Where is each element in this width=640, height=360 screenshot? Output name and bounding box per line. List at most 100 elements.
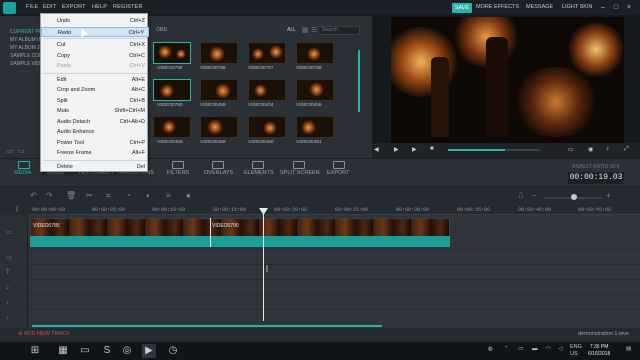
menu-item-redo[interactable]: Redo Ctrl+Y bbox=[41, 26, 149, 37]
tab-split-screen[interactable]: SPLIT SCREEN bbox=[280, 170, 320, 176]
maximize-icon[interactable]: □ bbox=[611, 3, 621, 13]
tab-elements[interactable]: ELEMENTS bbox=[244, 170, 274, 176]
playhead-line[interactable] bbox=[263, 209, 264, 321]
media-thumbnail[interactable] bbox=[248, 42, 286, 64]
network-icon[interactable]: ▭ bbox=[518, 346, 523, 352]
tab-filters[interactable]: FILTERS bbox=[167, 170, 189, 176]
color-icon[interactable]: ◐ bbox=[146, 191, 151, 200]
record-dropdown[interactable]: ORD bbox=[156, 27, 167, 33]
menu-edit[interactable]: EDIT bbox=[43, 4, 56, 10]
thumb-label: VIDEO0460 bbox=[248, 140, 274, 145]
notification-icon[interactable]: ▤ bbox=[626, 346, 631, 352]
save-button[interactable]: SAVE bbox=[452, 3, 472, 13]
media-thumbnail[interactable] bbox=[296, 42, 334, 64]
menu-item-delete[interactable]: Delete Del bbox=[41, 162, 149, 172]
skype-icon[interactable]: S bbox=[100, 344, 114, 358]
track-manager-icon[interactable]: ⫿ bbox=[16, 207, 18, 214]
speaker-icon[interactable]: ◁ bbox=[558, 346, 562, 352]
split-icon[interactable]: ✂ bbox=[86, 191, 93, 200]
media-thumbnail[interactable] bbox=[153, 116, 191, 138]
menu-item-freeze-frame[interactable]: Freeze Frame Alt+F bbox=[41, 148, 149, 158]
windows-start-icon[interactable]: ⊞ bbox=[28, 344, 42, 358]
close-icon[interactable]: × bbox=[624, 3, 634, 13]
audio-mixer-icon[interactable]: ≡ bbox=[166, 191, 171, 200]
media-thumbnail[interactable] bbox=[200, 116, 238, 138]
menu-item-edit[interactable]: Edit Alt+E bbox=[41, 75, 149, 85]
next-frame-icon[interactable]: ▶ bbox=[412, 146, 417, 153]
menu-help[interactable]: HELP bbox=[92, 4, 107, 10]
previous-frame-icon[interactable]: ◀ bbox=[374, 146, 379, 153]
zoom-out-icon[interactable]: − bbox=[532, 191, 537, 200]
render-icon[interactable]: ▭ bbox=[568, 146, 574, 153]
zoom-in-icon[interactable]: + bbox=[606, 191, 611, 200]
menu-item-mute[interactable]: Mute Shift+Ctrl+M bbox=[41, 106, 149, 116]
menu-item-split[interactable]: Split Ctrl+B bbox=[41, 96, 149, 106]
menu-item-undo[interactable]: Undo Ctrl+Z bbox=[41, 16, 149, 26]
media-thumbnail[interactable] bbox=[248, 79, 286, 101]
light-skin-button[interactable]: LIGHT SKIN bbox=[562, 4, 592, 10]
menu-item-audio-detach[interactable]: Audio Detach Ctrl+Alt+D bbox=[41, 117, 149, 127]
ruler-tick-label: 00:00:05:00 bbox=[92, 207, 126, 213]
tray-chevron-icon[interactable]: ⌃ bbox=[504, 346, 509, 352]
snap-icon[interactable]: ⎍ bbox=[518, 191, 524, 201]
add-new-track-button[interactable]: ⊕ ADD NEW TRACK bbox=[18, 331, 70, 337]
menu-file[interactable]: FILE bbox=[26, 4, 38, 10]
speed-icon[interactable]: ◔ bbox=[126, 191, 131, 200]
play-icon[interactable]: ▶ bbox=[394, 146, 399, 153]
ruler-tick-label: 00:00:00:00 bbox=[32, 207, 66, 213]
library-search-input[interactable]: Search bbox=[318, 26, 360, 35]
library-scrollbar[interactable] bbox=[358, 50, 360, 112]
library-album-1[interactable]: MY ALBUM (0) bbox=[10, 37, 43, 43]
battery-icon[interactable]: ▬ bbox=[532, 346, 538, 352]
menu-item-audio-enhance[interactable]: Audio Enhance bbox=[41, 127, 149, 137]
menu-register[interactable]: REGISTER bbox=[113, 4, 143, 10]
menu-item-paste[interactable]: Paste Ctrl+V bbox=[41, 61, 149, 71]
crop-icon[interactable]: ⌗ bbox=[106, 191, 111, 201]
folder-icon[interactable]: ▭ bbox=[6, 147, 13, 155]
menu-item-crop-and-zoom[interactable]: Crop and Zoom Alt+C bbox=[41, 85, 149, 95]
media-thumbnail[interactable] bbox=[200, 79, 238, 101]
tab-export[interactable]: EXPORT bbox=[327, 170, 350, 176]
input-language[interactable]: ENG US bbox=[570, 344, 582, 358]
clock-app-icon[interactable]: ◷ bbox=[166, 344, 180, 358]
filmora-taskbar-icon[interactable]: ▶ bbox=[142, 344, 156, 358]
tab-media[interactable]: MEDIA bbox=[14, 170, 31, 176]
media-thumbnail[interactable] bbox=[296, 116, 334, 138]
media-thumbnail[interactable] bbox=[296, 79, 334, 101]
file-explorer-icon[interactable]: ▭ bbox=[78, 344, 92, 358]
voiceover-icon[interactable]: ● bbox=[186, 191, 191, 200]
fullscreen-icon[interactable]: ⤢ bbox=[624, 146, 629, 153]
media-thumbnail[interactable] bbox=[200, 42, 238, 64]
list-view-icon[interactable]: ☰ bbox=[311, 26, 317, 34]
taskbar-clock[interactable]: 7:36 PM 6/15/2018 bbox=[588, 344, 610, 358]
minimize-icon[interactable]: – bbox=[598, 3, 608, 13]
timeline-scrollbar[interactable] bbox=[32, 325, 382, 327]
message-button[interactable]: MESSAGE bbox=[526, 4, 553, 10]
wifi-icon[interactable]: ◠ bbox=[546, 346, 551, 352]
filter-all-dropdown[interactable]: ALL bbox=[287, 27, 296, 33]
grid-view-icon[interactable]: ▦ bbox=[302, 26, 309, 34]
media-thumbnail[interactable] bbox=[153, 79, 191, 101]
zoom-slider-handle[interactable] bbox=[571, 194, 577, 200]
menu-item-copy[interactable]: Copy Ctrl+C bbox=[41, 51, 149, 61]
undo-icon[interactable]: ↶ bbox=[30, 191, 37, 200]
media-thumbnail[interactable] bbox=[153, 42, 191, 64]
menu-item-power-tool[interactable]: Power Tool Ctrl+P bbox=[41, 138, 149, 148]
folder-add-icon[interactable]: ▭ bbox=[18, 147, 25, 155]
stop-icon[interactable]: ■ bbox=[430, 146, 434, 152]
more-effects-button[interactable]: MORE EFFECTS bbox=[476, 4, 519, 10]
media-thumbnail[interactable] bbox=[248, 116, 286, 138]
delete-icon[interactable]: 🗑 bbox=[66, 191, 76, 200]
snapshot-icon[interactable]: ◉ bbox=[588, 146, 593, 153]
library-album-2[interactable]: MY ALBUM 2 bbox=[10, 45, 40, 51]
calendar-app-icon[interactable]: ▦ bbox=[56, 344, 70, 358]
menu-item-cut[interactable]: Cut Ctrl+X bbox=[41, 40, 149, 50]
redo-icon[interactable]: ↷ bbox=[46, 191, 53, 200]
tab-overlays[interactable]: OVERLAYS bbox=[204, 170, 233, 176]
track-divider bbox=[28, 249, 640, 250]
volume-icon[interactable]: ♪ bbox=[606, 146, 609, 152]
menu-item-shortcut: Alt+E bbox=[131, 76, 145, 83]
tray-app-icon[interactable]: ◍ bbox=[488, 346, 493, 352]
menu-export[interactable]: EXPORT bbox=[62, 4, 86, 10]
chrome-icon[interactable]: ◎ bbox=[120, 344, 134, 358]
